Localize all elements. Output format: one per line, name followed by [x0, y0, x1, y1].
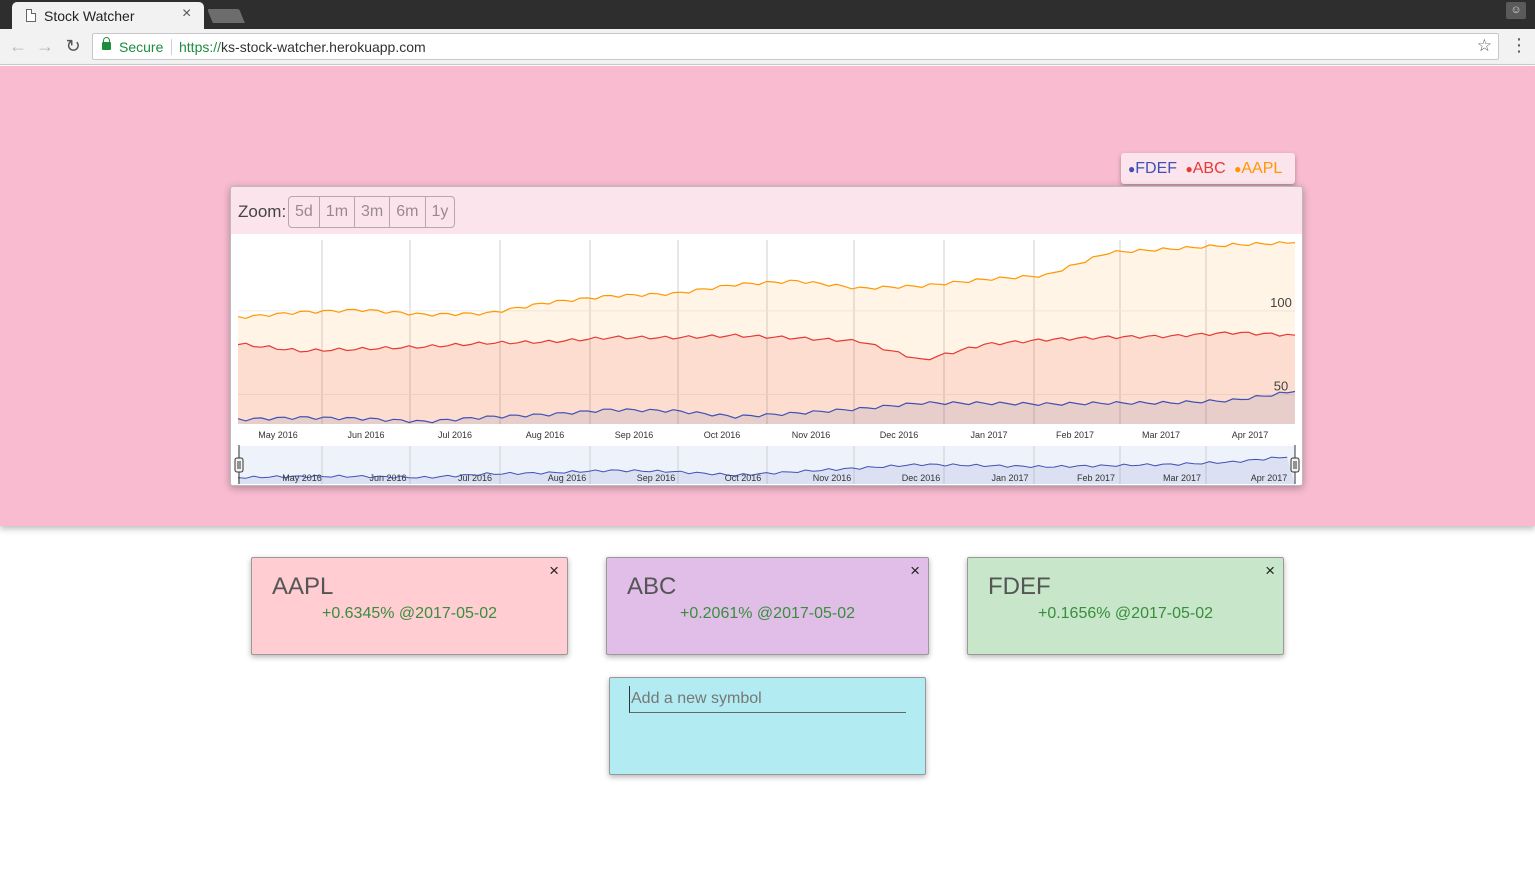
legend-item-aapl[interactable]: ●AAPL	[1234, 160, 1282, 177]
x-tick-label: Oct 2016	[704, 430, 741, 440]
stock-change: +0.2061% @2017-05-02	[679, 605, 856, 622]
x-tick-label: Aug 2016	[526, 430, 565, 440]
stock-symbol: ABC	[627, 573, 677, 600]
x-tick-label: May 2016	[258, 430, 298, 440]
navigator-tick-label: Mar 2017	[1163, 473, 1201, 483]
x-tick-label: Sep 2016	[615, 430, 654, 440]
x-tick-label: Dec 2016	[880, 430, 919, 440]
stock-change: +0.6345% @2017-05-02	[321, 605, 498, 622]
forward-icon[interactable]: →	[34, 35, 56, 57]
stock-card-fdef: FDEF +0.1656% @2017-05-02 ×	[967, 557, 1284, 655]
bookmark-star-icon[interactable]: ☆	[1477, 36, 1492, 56]
x-tick-label: Feb 2017	[1056, 430, 1094, 440]
zoom-label: Zoom:	[238, 202, 287, 221]
navigator-tick-label: Sep 2016	[637, 473, 676, 483]
zoom-button-group: 5d 1m 3m 6m 1y	[288, 196, 456, 228]
chart-legend: ●FDEF ●ABC ●AAPL	[1121, 153, 1295, 184]
zoom-5d-button[interactable]: 5d	[289, 197, 320, 227]
x-tick-label: Mar 2017	[1142, 430, 1180, 440]
zoom-3m-button[interactable]: 3m	[355, 197, 391, 227]
navigator-tick-label: Oct 2016	[725, 473, 762, 483]
remove-stock-close-icon[interactable]: ×	[549, 561, 559, 581]
navigator-tick-label: Jan 2017	[991, 473, 1028, 483]
stock-symbol: FDEF	[988, 573, 1051, 600]
back-icon[interactable]: ←	[7, 35, 29, 57]
navigator-tick-label: Aug 2016	[548, 473, 587, 483]
zoom-1y-button[interactable]: 1y	[426, 197, 455, 227]
navigator-tick-label: Jul 2016	[458, 473, 492, 483]
tab-close-icon[interactable]: ×	[182, 5, 191, 23]
url-text[interactable]: https://ks-stock-watcher.herokuapp.com	[179, 39, 426, 55]
browser-toolbar: ← → ↻ Secure https://ks-stock-watcher.he…	[0, 29, 1535, 65]
y-tick-label: 100	[1270, 295, 1292, 310]
legend-label-aapl: AAPL	[1241, 160, 1283, 177]
x-tick-label: Jan 2017	[970, 430, 1007, 440]
zoom-6m-button[interactable]: 6m	[390, 197, 426, 227]
legend-item-fdef[interactable]: ●FDEF	[1128, 160, 1177, 177]
omnibox-divider	[171, 39, 172, 55]
url-host: ks-stock-watcher.herokuapp.com	[221, 39, 426, 55]
stock-card-aapl: AAPL +0.6345% @2017-05-02 ×	[251, 557, 568, 655]
x-tick-label: Apr 2017	[1232, 430, 1269, 440]
navigator-tick-label: Jun 2016	[369, 473, 406, 483]
navigator-tick-label: Nov 2016	[813, 473, 852, 483]
remove-stock-close-icon[interactable]: ×	[1265, 561, 1275, 581]
x-tick-label: Nov 2016	[792, 430, 831, 440]
navigator-tick-label: Dec 2016	[902, 473, 941, 483]
remove-stock-close-icon[interactable]: ×	[910, 561, 920, 581]
x-tick-label: Jul 2016	[438, 430, 472, 440]
new-tab-button[interactable]	[207, 9, 245, 23]
document-icon	[26, 9, 36, 22]
stock-symbol: AAPL	[272, 573, 334, 600]
legend-dot: ●	[1185, 162, 1193, 176]
y-tick-label: 50	[1274, 379, 1288, 394]
legend-label-abc: ABC	[1192, 160, 1226, 177]
secure-label: Secure	[119, 39, 164, 55]
address-bar[interactable]: Secure https://ks-stock-watcher.herokuap…	[92, 33, 1499, 60]
lock-icon	[102, 37, 111, 50]
navigator-handle[interactable]	[1290, 457, 1300, 473]
stock-chart-card: Zoom: 5d 1m 3m 6m 1y 50 100 May 2016 Jun 20…	[230, 186, 1303, 486]
add-symbol-card	[609, 677, 926, 775]
zoom-1m-button[interactable]: 1m	[320, 197, 356, 227]
add-symbol-input[interactable]	[629, 686, 906, 713]
navigator-tick-label: May 2016	[282, 473, 322, 483]
reload-icon[interactable]: ↻	[62, 35, 84, 57]
url-protocol: https://	[179, 39, 222, 55]
browser-tab[interactable]: Stock Watcher ×	[12, 2, 204, 29]
stock-chart[interactable]: 50 100 May 2016 Jun 2016 Jul 2016 Aug 2016 Sep…	[231, 234, 1302, 486]
x-tick-label: Jun 2016	[347, 430, 384, 440]
navigator-handle[interactable]	[234, 457, 244, 473]
legend-label-fdef: FDEF	[1135, 160, 1178, 177]
stock-card-abc: ABC +0.2061% @2017-05-02 ×	[606, 557, 929, 655]
navigator-tick-label: Feb 2017	[1077, 473, 1115, 483]
legend-item-abc[interactable]: ●ABC	[1185, 160, 1225, 177]
browser-menu-icon[interactable]: ⋮	[1510, 35, 1528, 56]
browser-titlebar: Stock Watcher × ☺	[0, 0, 1535, 29]
stock-change: +0.1656% @2017-05-02	[1037, 605, 1214, 622]
profile-icon[interactable]: ☺	[1506, 2, 1526, 19]
tab-title: Stock Watcher	[44, 8, 135, 24]
navigator-tick-label: Apr 2017	[1251, 473, 1288, 483]
